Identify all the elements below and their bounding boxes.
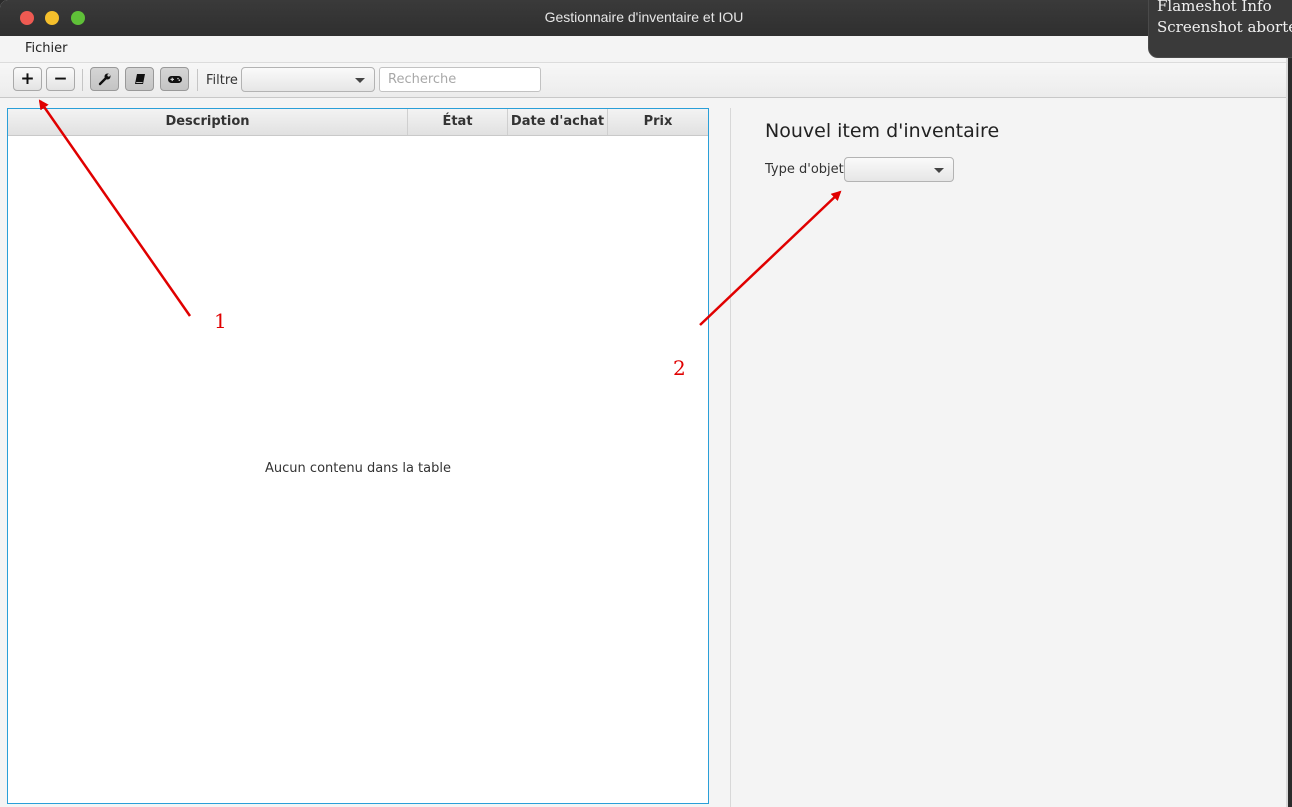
tools-filter-toggle[interactable] xyxy=(90,67,119,91)
notification-title: Flameshot Info xyxy=(1157,0,1272,15)
title-bar[interactable]: Gestionnaire d'inventaire et IOU xyxy=(0,0,1288,37)
menu-bar: Fichier xyxy=(0,36,1288,63)
wrench-icon xyxy=(98,73,110,86)
book-icon xyxy=(134,74,145,84)
add-item-button[interactable]: + xyxy=(13,67,42,91)
annotation-label-1: 1 xyxy=(214,309,227,333)
flameshot-notification[interactable]: Flameshot Info Screenshot aborted xyxy=(1148,0,1292,58)
games-filter-toggle[interactable] xyxy=(160,67,189,91)
window-edge xyxy=(1286,36,1288,807)
menu-fichier[interactable]: Fichier xyxy=(25,41,68,56)
app-window: Gestionnaire d'inventaire et IOU Fichier… xyxy=(0,0,1288,807)
column-header-date-achat[interactable]: Date d'achat xyxy=(508,109,608,135)
plus-icon: + xyxy=(20,68,35,89)
notification-body: Screenshot aborted xyxy=(1157,18,1292,36)
item-type-label: Type d'objet: xyxy=(765,162,849,177)
gamepad-icon xyxy=(167,76,182,83)
toolbar: + − Filtre Recherche xyxy=(0,63,1288,98)
item-type-dropdown[interactable] xyxy=(844,157,954,182)
form-title: Nouvel item d'inventaire xyxy=(765,120,1000,142)
table-header: Description État Date d'achat Prix xyxy=(8,109,708,136)
inventory-table[interactable]: Description État Date d'achat Prix Aucun… xyxy=(7,108,709,804)
column-header-etat[interactable]: État xyxy=(408,109,508,135)
toolbar-separator xyxy=(82,69,83,91)
filter-dropdown[interactable] xyxy=(241,67,375,92)
annotation-label-2: 2 xyxy=(673,356,686,380)
filter-label: Filtre xyxy=(206,73,238,88)
split-pane-divider[interactable] xyxy=(730,108,731,807)
column-header-prix[interactable]: Prix xyxy=(608,109,708,135)
minus-icon: − xyxy=(53,68,68,89)
books-filter-toggle[interactable] xyxy=(125,67,154,91)
search-input[interactable] xyxy=(379,67,541,92)
empty-table-placeholder: Aucun contenu dans la table xyxy=(265,461,451,476)
chevron-down-icon xyxy=(355,77,365,83)
chevron-down-icon xyxy=(934,167,944,173)
window-title: Gestionnaire d'inventaire et IOU xyxy=(544,9,744,25)
remove-item-button[interactable]: − xyxy=(46,67,75,91)
column-header-description[interactable]: Description xyxy=(8,109,408,135)
toolbar-separator xyxy=(197,69,198,91)
